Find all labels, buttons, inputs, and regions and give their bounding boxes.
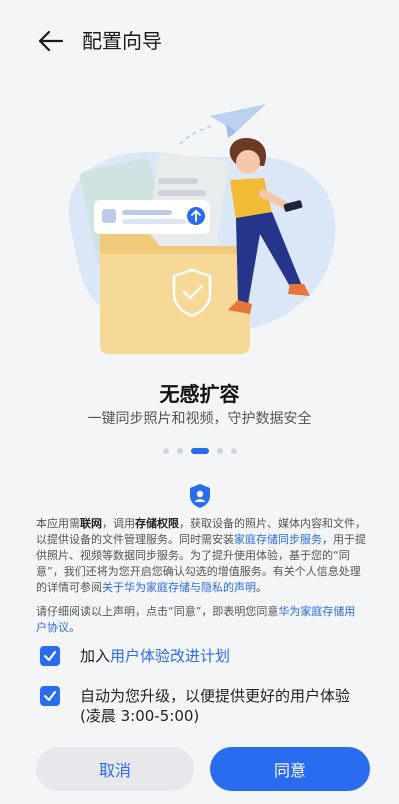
- auto-update-time-window: (凌晨 3:00-5:00): [80, 707, 200, 725]
- auto-update-label: 自动为您升级，以便提供更好的用户体验 (凌晨 3:00-5:00): [80, 686, 350, 726]
- privacy-shield-icon: [189, 483, 211, 509]
- pagination-dot[interactable]: [162, 448, 169, 454]
- notice-text: 请仔细阅读以上声明，点击“同意”，即表明您同意: [36, 605, 279, 618]
- auto-update-line1: 自动为您升级，以便提供更好的用户体验: [80, 687, 351, 705]
- auto-update-checkbox[interactable]: [40, 686, 60, 706]
- privacy-notice: 本应用需联网，调用存储权限，获取设备的照片、媒体内容和文件，以提供设备的文件管理…: [36, 516, 366, 596]
- notice-bold-network: 联网: [80, 517, 102, 530]
- pagination-dot[interactable]: [216, 448, 223, 454]
- page-title: 配置向导: [82, 29, 162, 53]
- ux-plan-link[interactable]: 用户体验改进计划: [110, 647, 230, 665]
- pagination-dot-active[interactable]: [190, 448, 209, 454]
- notice-bold-storage-permission: 存储权限: [135, 517, 179, 530]
- privacy-statement-link[interactable]: 关于华为家庭存储与隐私的声明: [102, 581, 256, 594]
- carousel-pagination: [0, 446, 399, 456]
- notice-text: 本应用需: [36, 517, 80, 530]
- auto-update-option: 自动为您升级，以便提供更好的用户体验 (凌晨 3:00-5:00): [40, 686, 350, 726]
- ux-plan-checkbox[interactable]: [40, 646, 60, 666]
- feature-title: 无感扩容: [159, 382, 240, 406]
- notice-text: ，调用: [102, 517, 135, 530]
- agreement-notice: 请仔细阅读以上声明，点击“同意”，即表明您同意华为家庭存储用户协议。: [36, 604, 366, 636]
- checkmark-icon: [43, 650, 57, 662]
- pagination-dot[interactable]: [230, 448, 237, 454]
- arrow-left-icon: [38, 30, 64, 52]
- back-button[interactable]: [36, 28, 66, 54]
- pagination-dot[interactable]: [176, 448, 183, 454]
- storage-illustration: [40, 104, 360, 364]
- header: 配置向导: [0, 0, 399, 84]
- feature-subtitle: 一键同步照片和视频，守护数据安全: [87, 411, 312, 427]
- ux-plan-prefix: 加入: [80, 647, 111, 665]
- notice-text: 。: [256, 581, 267, 594]
- notice-text: 。: [69, 621, 80, 634]
- checkmark-icon: [43, 690, 57, 702]
- ux-plan-option: 加入用户体验改进计划: [40, 646, 230, 666]
- ux-plan-label: 加入用户体验改进计划: [80, 646, 230, 666]
- agree-button[interactable]: 同意: [210, 747, 370, 791]
- cancel-button[interactable]: 取消: [36, 747, 194, 791]
- sync-service-link[interactable]: 家庭存储同步服务: [234, 533, 322, 546]
